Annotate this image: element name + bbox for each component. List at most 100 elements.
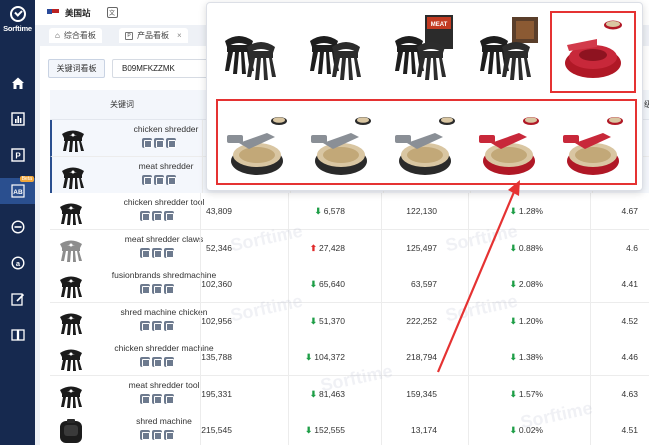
copy-icon[interactable] xyxy=(142,174,152,185)
copy-icon[interactable] xyxy=(140,320,150,331)
arrow-down-icon: ⬇ xyxy=(509,206,517,216)
copy-icon[interactable] xyxy=(140,247,150,258)
product-thumbnail[interactable] xyxy=(56,234,86,264)
close-icon[interactable]: × xyxy=(177,31,182,40)
keyword-actions xyxy=(140,284,174,294)
grid-icon[interactable] xyxy=(164,211,174,221)
cell-value: 51,370 xyxy=(319,315,345,326)
cell-value: 4.52 xyxy=(621,315,638,326)
column-divider xyxy=(202,120,203,156)
grid-icon[interactable] xyxy=(164,247,174,258)
product-thumbnail[interactable] xyxy=(56,416,86,445)
grid-icon[interactable] xyxy=(164,430,174,440)
table-row[interactable]: shred machine chicken 102,956 ⬇ 51,370 222,2… xyxy=(50,302,649,340)
product-image[interactable] xyxy=(217,11,289,89)
svg-text:P: P xyxy=(15,152,21,161)
copy-icon[interactable] xyxy=(140,284,150,294)
search-volume-cell: 135,788 xyxy=(201,352,232,362)
search-icon[interactable] xyxy=(154,138,164,148)
tab-overview[interactable]: ⌂ 综合看板 xyxy=(49,28,102,43)
rank-change-cell: ⬇ 51,370 xyxy=(310,316,345,327)
product-image[interactable] xyxy=(472,11,544,89)
table-row[interactable]: chicken shredder machine 135,788 ⬇ 104,372 2… xyxy=(50,339,649,376)
product-image[interactable] xyxy=(302,11,374,89)
tab-label: 产品看板 xyxy=(137,31,169,40)
logo[interactable]: Sorftime xyxy=(0,6,35,33)
rating-cell: 4.51 xyxy=(621,425,638,435)
grid-icon[interactable] xyxy=(164,320,174,331)
copy-icon[interactable] xyxy=(142,138,152,148)
search-icon[interactable] xyxy=(152,320,162,331)
column-divider xyxy=(200,266,201,302)
keyword-board-button[interactable]: 关键词看板 xyxy=(48,59,105,78)
search-volume-cell: 102,956 xyxy=(201,316,232,326)
cell-value: 125,497 xyxy=(406,242,437,253)
arrow-down-icon: ⬇ xyxy=(309,388,317,399)
table-row[interactable]: meat shredder claws 52,346 ⬆ 27,428 125,497 ⬇… xyxy=(50,229,649,267)
results-count-cell: 13,174 xyxy=(411,425,437,435)
grid-icon[interactable] xyxy=(166,138,176,148)
highlight-box-top xyxy=(550,11,636,93)
table-row[interactable]: shred machine 215,545 ⬇ 152,555 13,174 ⬇ 0.02%… xyxy=(50,412,649,445)
product-thumbnail[interactable] xyxy=(56,343,86,373)
keyword-actions xyxy=(140,320,174,331)
column-divider xyxy=(288,266,289,302)
cell-value: 215,545 xyxy=(201,425,232,435)
copy-icon[interactable] xyxy=(140,393,150,404)
column-divider xyxy=(468,266,469,302)
site-selector[interactable]: 美国站 xyxy=(65,7,91,19)
sidebar-item-charts[interactable] xyxy=(0,106,35,132)
search-volume-cell: 215,545 xyxy=(201,425,232,435)
arrow-down-icon: ⬇ xyxy=(305,352,313,362)
column-header-keyword[interactable]: 关键词 xyxy=(110,99,134,110)
table-row[interactable]: meat shredder tool 195,331 ⬇ 81,463 159,345 ⬇… xyxy=(50,375,649,413)
cell-value: 4.67 xyxy=(621,206,638,216)
search-volume-cell: 43,809 xyxy=(206,206,232,216)
search-icon[interactable] xyxy=(152,393,162,404)
column-divider xyxy=(200,193,201,229)
search-icon[interactable] xyxy=(152,211,162,221)
product-thumbnail[interactable] xyxy=(56,307,86,337)
sidebar-item-product[interactable]: P xyxy=(0,142,35,168)
arrow-down-icon: ⬇ xyxy=(509,242,517,253)
product-thumbnail[interactable] xyxy=(56,380,86,410)
product-thumbnail[interactable] xyxy=(56,197,86,227)
column-divider xyxy=(202,156,203,193)
table-row[interactable]: fusionbrands shredmachine 102,360 ⬇ 65,640 6… xyxy=(50,266,649,303)
search-icon[interactable] xyxy=(152,247,162,258)
results-count-cell: 222,252 xyxy=(406,316,437,326)
product-thumbnail[interactable] xyxy=(58,124,88,154)
column-divider xyxy=(381,339,382,375)
copy-icon[interactable] xyxy=(140,211,150,221)
copy-icon[interactable] xyxy=(140,430,150,440)
keyword-actions xyxy=(142,174,176,185)
rating-cell: 4.52 xyxy=(621,316,638,326)
product-thumbnail[interactable] xyxy=(58,161,88,191)
copy-icon[interactable] xyxy=(140,357,150,367)
sidebar-item-amazon[interactable]: a xyxy=(0,250,35,276)
search-icon[interactable] xyxy=(152,430,162,440)
sidebar-item-keyword[interactable]: AB Beta xyxy=(0,176,35,204)
column-divider xyxy=(381,229,382,266)
grid-icon[interactable] xyxy=(164,284,174,294)
product-image[interactable]: MEAT xyxy=(387,11,459,89)
search-icon[interactable] xyxy=(152,357,162,367)
keyword-actions xyxy=(140,247,174,258)
asin-input[interactable]: B09MFKZZMK xyxy=(112,59,212,78)
sidebar-item-home[interactable] xyxy=(0,70,35,96)
table-row[interactable]: chicken shredder tool 43,809 ⬇ 6,578 122,130… xyxy=(50,193,649,230)
column-header-partial[interactable]: 级 xyxy=(644,99,649,110)
search-icon[interactable] xyxy=(152,284,162,294)
arrow-up-icon: ⬆ xyxy=(309,242,317,253)
translate-icon[interactable]: 文 xyxy=(106,7,118,18)
sidebar-item-gauge[interactable] xyxy=(0,214,35,240)
search-icon[interactable] xyxy=(154,174,164,185)
grid-icon[interactable] xyxy=(164,357,174,367)
grid-icon[interactable] xyxy=(164,393,174,404)
sidebar-item-book[interactable] xyxy=(0,322,35,348)
tab-product[interactable]: P 产品看板 × xyxy=(119,28,188,43)
product-thumbnail[interactable] xyxy=(56,270,86,300)
sidebar-item-edit[interactable] xyxy=(0,286,35,312)
arrow-down-icon: ⬇ xyxy=(305,425,313,435)
grid-icon[interactable] xyxy=(166,174,176,185)
